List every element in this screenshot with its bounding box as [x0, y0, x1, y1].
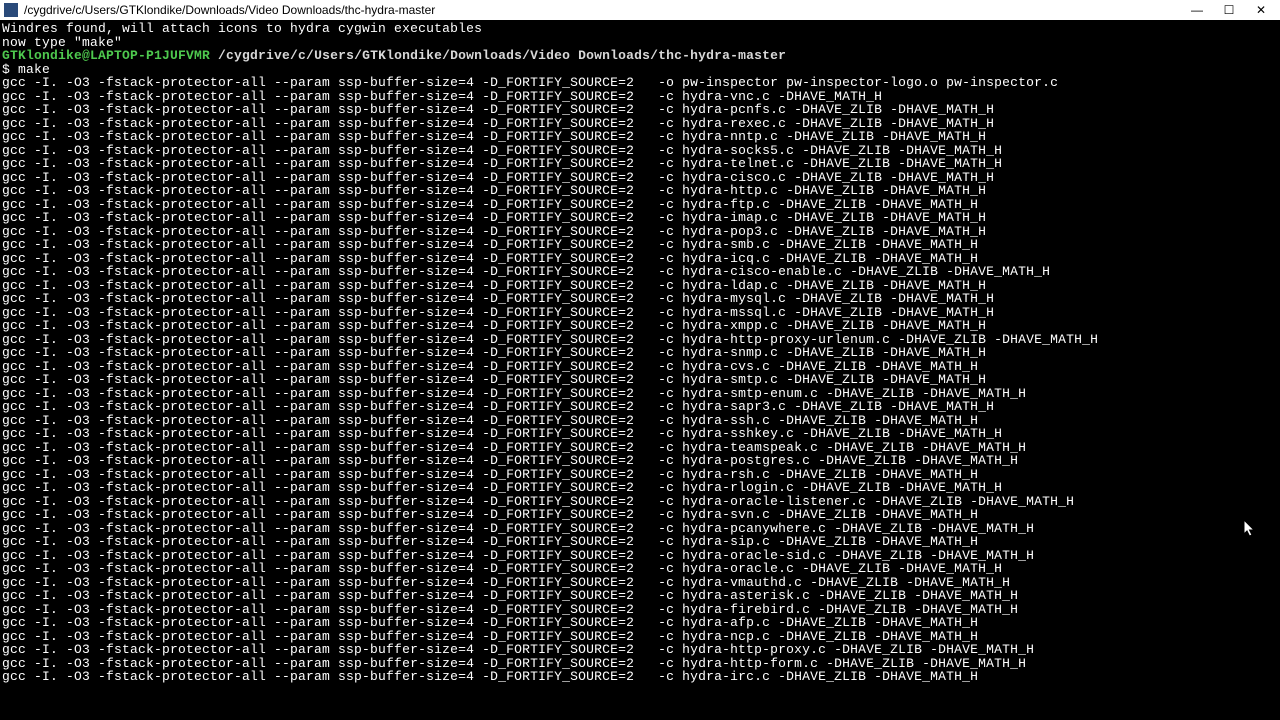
terminal-line: gcc -I. -O3 -fstack-protector-all --para… [2, 117, 1278, 131]
terminal-line: $ make [2, 63, 1278, 77]
terminal-line: GTKlondike@LAPTOP-P1JUFVMR /cygdrive/c/U… [2, 49, 1278, 63]
terminal-line: gcc -I. -O3 -fstack-protector-all --para… [2, 279, 1278, 293]
terminal-line: gcc -I. -O3 -fstack-protector-all --para… [2, 130, 1278, 144]
terminal-line: gcc -I. -O3 -fstack-protector-all --para… [2, 387, 1278, 401]
terminal-line: gcc -I. -O3 -fstack-protector-all --para… [2, 76, 1278, 90]
terminal-line: gcc -I. -O3 -fstack-protector-all --para… [2, 576, 1278, 590]
maximize-button[interactable]: ☐ [1222, 3, 1236, 17]
terminal-line: gcc -I. -O3 -fstack-protector-all --para… [2, 427, 1278, 441]
terminal-line: gcc -I. -O3 -fstack-protector-all --para… [2, 657, 1278, 671]
terminal-line: gcc -I. -O3 -fstack-protector-all --para… [2, 346, 1278, 360]
terminal-line: gcc -I. -O3 -fstack-protector-all --para… [2, 441, 1278, 455]
terminal-line: gcc -I. -O3 -fstack-protector-all --para… [2, 157, 1278, 171]
window-controls: — ☐ ✕ [1190, 3, 1276, 17]
terminal-line: gcc -I. -O3 -fstack-protector-all --para… [2, 643, 1278, 657]
terminal-line: gcc -I. -O3 -fstack-protector-all --para… [2, 144, 1278, 158]
terminal-line: gcc -I. -O3 -fstack-protector-all --para… [2, 306, 1278, 320]
terminal-line: gcc -I. -O3 -fstack-protector-all --para… [2, 184, 1278, 198]
terminal-line: gcc -I. -O3 -fstack-protector-all --para… [2, 360, 1278, 374]
terminal-line: gcc -I. -O3 -fstack-protector-all --para… [2, 171, 1278, 185]
terminal-line: gcc -I. -O3 -fstack-protector-all --para… [2, 454, 1278, 468]
minimize-button[interactable]: — [1190, 3, 1204, 17]
terminal-line: gcc -I. -O3 -fstack-protector-all --para… [2, 252, 1278, 266]
terminal-line: gcc -I. -O3 -fstack-protector-all --para… [2, 630, 1278, 644]
terminal-line: gcc -I. -O3 -fstack-protector-all --para… [2, 373, 1278, 387]
terminal-line: gcc -I. -O3 -fstack-protector-all --para… [2, 225, 1278, 239]
prompt-user: GTKlondike@LAPTOP-P1JUFVMR [2, 48, 210, 63]
terminal-line: gcc -I. -O3 -fstack-protector-all --para… [2, 238, 1278, 252]
prompt-path: /cygdrive/c/Users/GTKlondike/Downloads/V… [210, 48, 786, 63]
terminal-line: gcc -I. -O3 -fstack-protector-all --para… [2, 495, 1278, 509]
terminal-line: Windres found, will attach icons to hydr… [2, 22, 1278, 36]
window-titlebar: /cygdrive/c/Users/GTKlondike/Downloads/V… [0, 0, 1280, 20]
terminal-line: gcc -I. -O3 -fstack-protector-all --para… [2, 603, 1278, 617]
terminal-line: gcc -I. -O3 -fstack-protector-all --para… [2, 103, 1278, 117]
window-title: /cygdrive/c/Users/GTKlondike/Downloads/V… [24, 3, 1190, 17]
terminal-line: gcc -I. -O3 -fstack-protector-all --para… [2, 589, 1278, 603]
terminal-line: gcc -I. -O3 -fstack-protector-all --para… [2, 522, 1278, 536]
terminal-line: gcc -I. -O3 -fstack-protector-all --para… [2, 616, 1278, 630]
terminal-line: gcc -I. -O3 -fstack-protector-all --para… [2, 535, 1278, 549]
terminal-line: gcc -I. -O3 -fstack-protector-all --para… [2, 414, 1278, 428]
terminal-line: gcc -I. -O3 -fstack-protector-all --para… [2, 400, 1278, 414]
terminal-line: gcc -I. -O3 -fstack-protector-all --para… [2, 198, 1278, 212]
terminal-line: now type "make" [2, 36, 1278, 50]
terminal-line: gcc -I. -O3 -fstack-protector-all --para… [2, 468, 1278, 482]
terminal-line: gcc -I. -O3 -fstack-protector-all --para… [2, 670, 1278, 684]
terminal-line: gcc -I. -O3 -fstack-protector-all --para… [2, 90, 1278, 104]
terminal-line: gcc -I. -O3 -fstack-protector-all --para… [2, 292, 1278, 306]
terminal-line: gcc -I. -O3 -fstack-protector-all --para… [2, 508, 1278, 522]
terminal-line: gcc -I. -O3 -fstack-protector-all --para… [2, 333, 1278, 347]
terminal-line: gcc -I. -O3 -fstack-protector-all --para… [2, 265, 1278, 279]
terminal-line: gcc -I. -O3 -fstack-protector-all --para… [2, 481, 1278, 495]
terminal-line: gcc -I. -O3 -fstack-protector-all --para… [2, 562, 1278, 576]
app-icon [4, 3, 18, 17]
close-button[interactable]: ✕ [1254, 3, 1268, 17]
terminal-line: gcc -I. -O3 -fstack-protector-all --para… [2, 211, 1278, 225]
terminal-line: gcc -I. -O3 -fstack-protector-all --para… [2, 549, 1278, 563]
terminal-output[interactable]: Windres found, will attach icons to hydr… [0, 20, 1280, 686]
terminal-line: gcc -I. -O3 -fstack-protector-all --para… [2, 319, 1278, 333]
